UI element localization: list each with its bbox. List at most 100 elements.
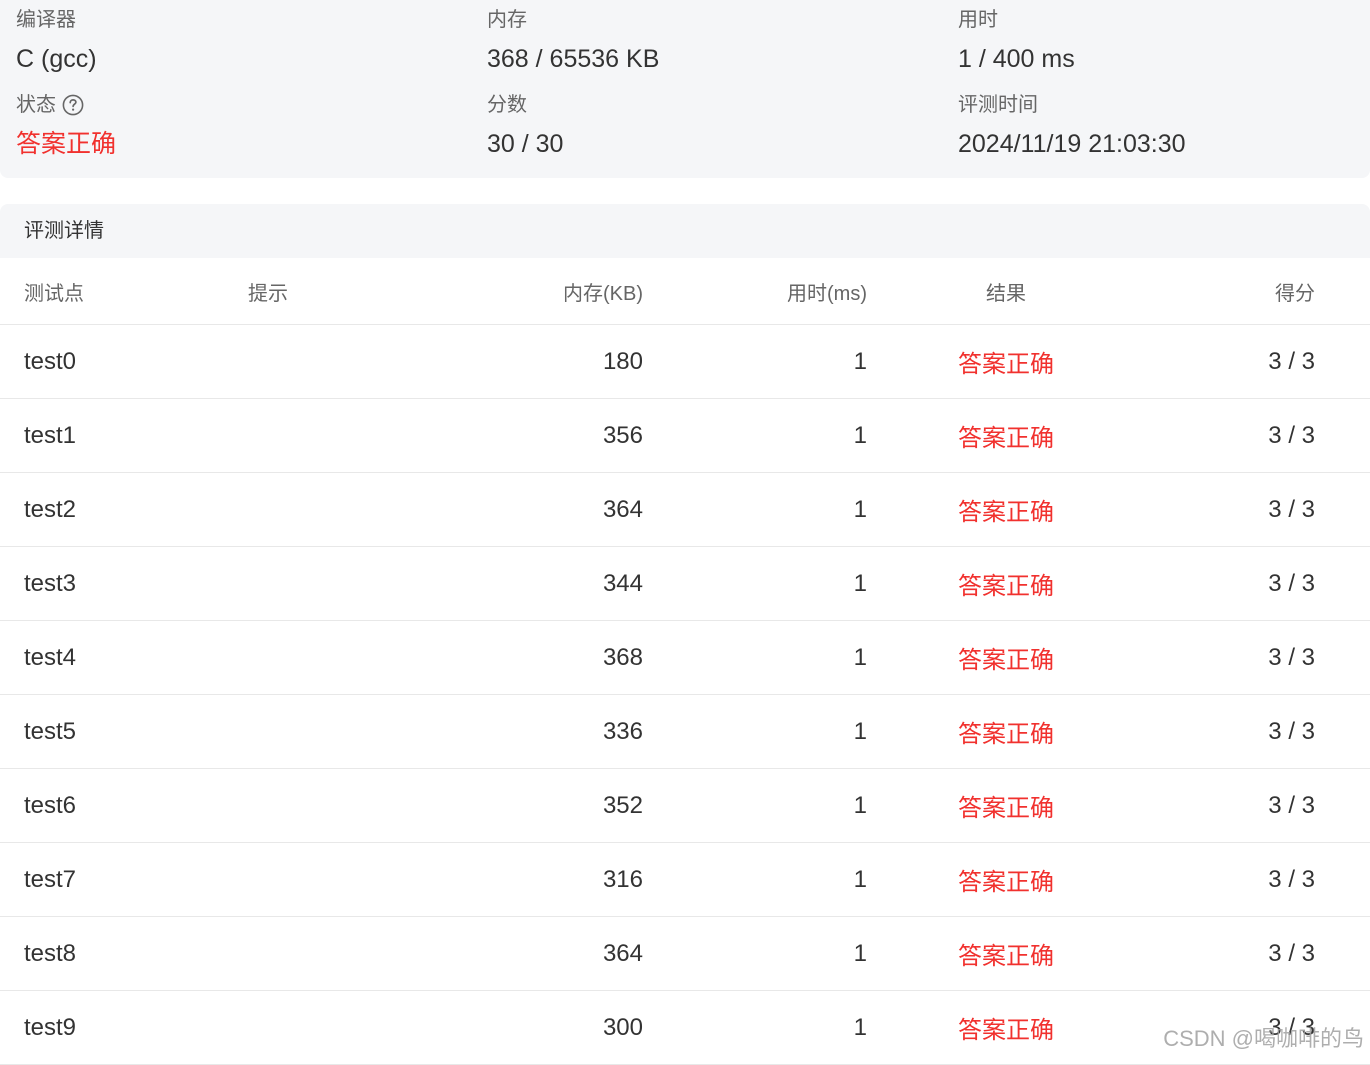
judge-time-field: 评测时间 2024/11/19 21:03:30 [958,91,1186,161]
time-cell: 1 [667,843,867,916]
table-row: test4 368 1 答案正确3 / 3 [0,621,1370,695]
result-cell: 答案正确 [906,325,1106,398]
result-cell: 答案正确 [906,917,1106,990]
memory-cell: 356 [443,399,643,472]
table-body: test01801答案正确3 / 3test13561答案正确3 / 3test… [0,325,1370,1065]
time-cell: 1 [667,325,867,398]
judge-details-header: 评测详情 [0,204,1370,258]
column-header-case: 测试点 [24,258,224,324]
time-cell: 1 [667,695,867,768]
judge-details-table: 测试点 提示 内存(KB) 用时(ms) 结果 得分 test0 180 1 答案正确… [0,258,1370,1065]
memory-cell: 368 [443,621,643,694]
result-cell: 答案正确 [906,991,1106,1064]
memory-cell: 336 [443,695,643,768]
result-cell: 答案正确 [906,621,1106,694]
hint-cell [248,695,448,768]
time-cell: 1 [667,991,867,1064]
column-header-hint: 提示 [248,258,448,324]
memory-cell: 300 [443,991,643,1064]
memory-cell: 352 [443,769,643,842]
result-cell: 答案正确 [906,769,1106,842]
status-field: 状态 答案正确 [16,91,116,161]
hint-cell [248,473,448,546]
case-cell: test0 [24,325,224,398]
table-header-row: 测试点 提示 内存(KB) 用时(ms) 结果 得分 [0,258,1370,325]
case-cell: test5 [24,695,224,768]
time-field: 用时 1 / 400 ms [958,6,1075,76]
table-row: test23641答案正确3 / 3 [0,473,1370,547]
score-cell: 3 / 3 [1115,917,1315,990]
time-cell: 1 [667,621,867,694]
watermark: CSDN @喝咖啡的鸟 [1163,1021,1364,1053]
result-cell: 答案正确 [906,473,1106,546]
memory-field: 内存 368 / 65536 KB [487,6,659,76]
hint-cell [248,325,448,398]
hint-cell [248,917,448,990]
time-cell: 1 [667,769,867,842]
table-row: test1 356 1 答案正确3 / 3 [0,399,1370,473]
case-cell: test3 [24,547,224,620]
memory-cell: 364 [443,917,643,990]
time-cell: 1 [667,547,867,620]
judge-time-value: 2024/11/19 21:03:30 [958,127,1186,161]
column-header-result: 结果 [906,258,1106,324]
table-row: test5 336 1 答案正确3 / 3 [0,695,1370,769]
score-cell: 3 / 3 [1115,621,1315,694]
hint-cell [248,547,448,620]
hint-cell [248,991,448,1064]
case-cell: test8 [24,917,224,990]
time-value: 1 / 400 ms [958,42,1075,76]
hint-cell [248,621,448,694]
judge-time-label: 评测时间 [958,91,1186,119]
status-value: 答案正确 [16,127,116,161]
compiler-value: C (gcc) [16,42,97,76]
table-row: test0 180 1 答案正确3 / 3 [0,325,1370,399]
result-cell: 答案正确 [906,695,1106,768]
question-circle-icon[interactable] [62,94,84,116]
status-label-row: 状态 [16,91,116,119]
score-cell: 3 / 3 [1115,769,1315,842]
score-label: 分数 [487,91,563,119]
case-cell: test1 [24,399,224,472]
score-cell: 3 / 3 [1115,325,1315,398]
time-cell: 1 [667,399,867,472]
table-row: test7 316 1 答案正确3 / 3 [0,843,1370,917]
column-header-score: 得分 [1115,258,1315,324]
table-row: test8 364 1 答案正确3 / 3 [0,917,1370,991]
table-row: test6 352 1 答案正确3 / 3 [0,769,1370,843]
memory-cell: 180 [443,325,643,398]
memory-cell: 316 [443,843,643,916]
time-cell: 1 [667,473,867,546]
compiler-field: 编译器 C (gcc) [16,6,97,76]
case-cell: test4 [24,621,224,694]
memory-cell: 344 [443,547,643,620]
table-row: test3 344 1 答案正确3 / 3 [0,547,1370,621]
score-value: 30 / 30 [487,127,563,161]
hint-cell [248,769,448,842]
result-cell: 答案正确 [906,399,1106,472]
column-header-time: 用时(ms) [667,258,867,324]
memory-label: 内存 [487,6,659,34]
result-cell: 答案正确 [906,547,1106,620]
score-field: 分数 30 / 30 [487,91,563,161]
column-header-memory: 内存(KB) [443,258,643,324]
score-cell: 3 / 3 [1115,843,1315,916]
submission-summary-panel: 编译器 C (gcc) 内存 368 / 65536 KB 用时 1 / 400… [0,0,1370,178]
judge-details-title: 评测详情 [24,204,104,258]
score-cell: 3 / 3 [1115,695,1315,768]
score-cell: 3 / 3 [1115,399,1315,472]
score-cell: 3 / 3 [1115,473,1315,546]
case-cell: test9 [24,991,224,1064]
memory-cell: 364 [443,473,643,546]
time-label: 用时 [958,6,1075,34]
compiler-label: 编译器 [16,6,97,34]
score-cell: 3 / 3 [1115,547,1315,620]
status-label: 状态 [16,91,56,119]
hint-cell [248,843,448,916]
memory-value: 368 / 65536 KB [487,42,659,76]
hint-cell [248,399,448,472]
time-cell: 1 [667,917,867,990]
result-cell: 答案正确 [906,843,1106,916]
case-cell: test6 [24,769,224,842]
case-cell: test7 [24,843,224,916]
